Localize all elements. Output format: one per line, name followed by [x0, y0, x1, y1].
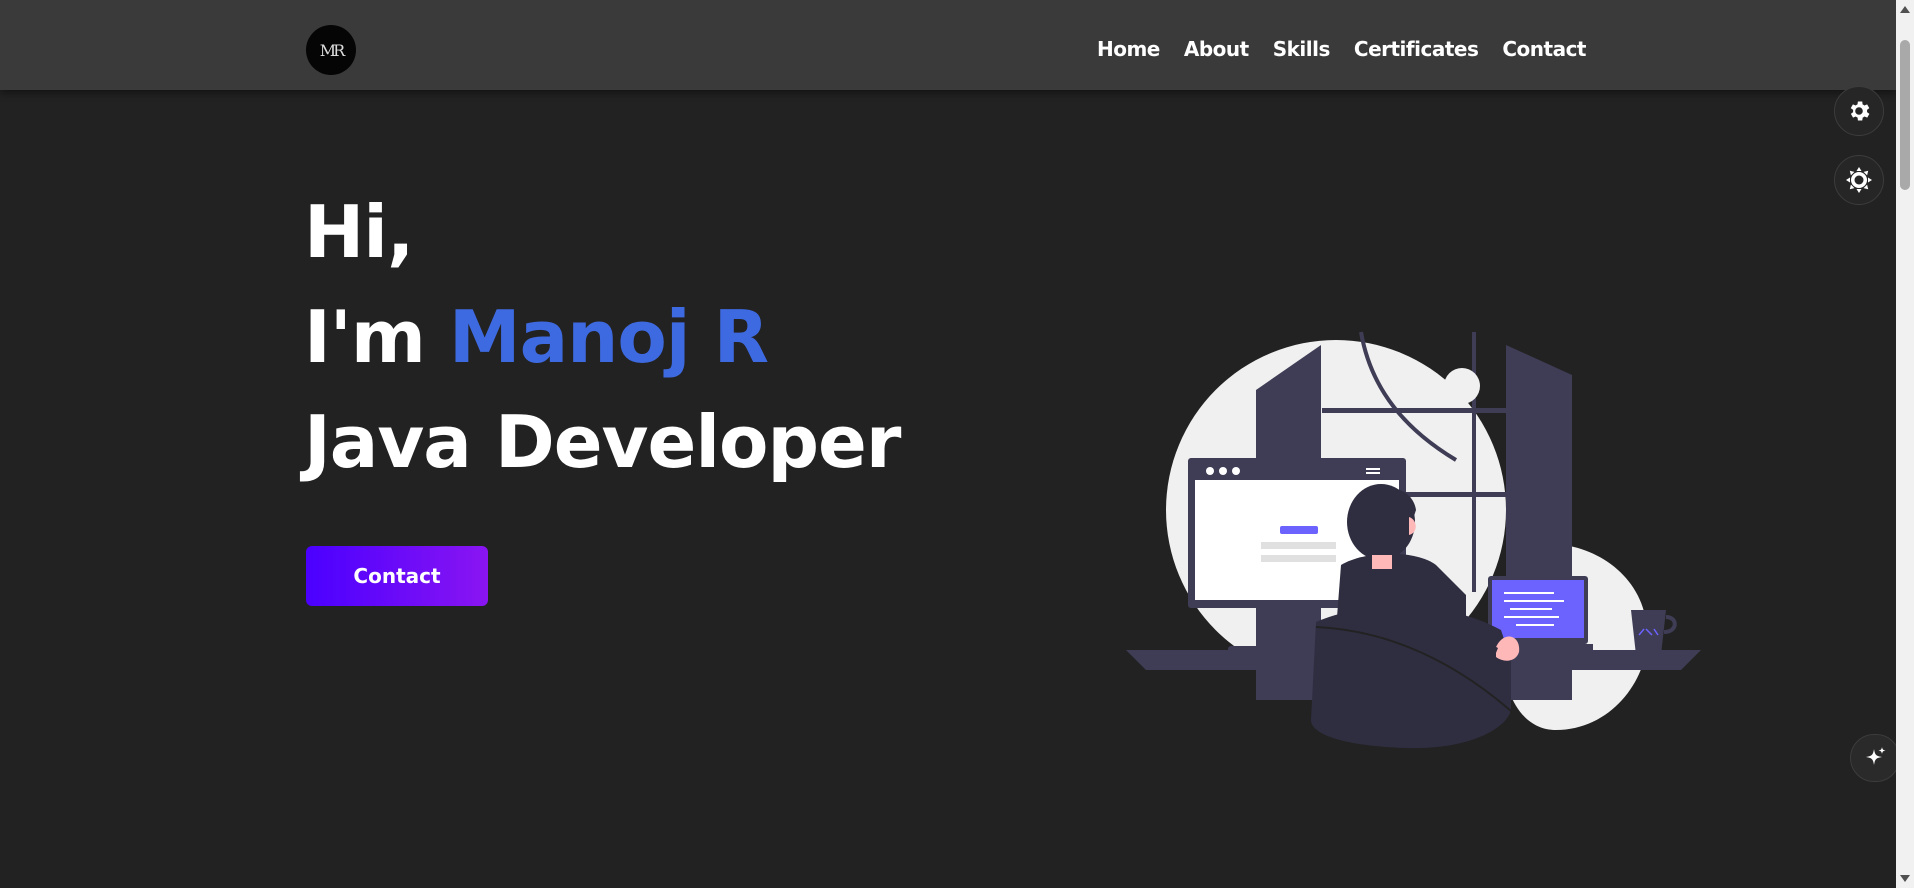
scrollbar[interactable] — [1896, 0, 1914, 888]
hero-greeting: Hi, — [304, 190, 414, 274]
nav-link-contact[interactable]: Contact — [1502, 37, 1586, 61]
nav-menu: Home About Skills Certificates Contact — [1097, 37, 1587, 61]
navbar: MR Home About Skills Certificates Contac… — [0, 0, 1896, 90]
hero-intro-line: I'm Manoj R — [304, 285, 900, 390]
settings-button[interactable] — [1834, 86, 1884, 136]
hero-heading: Hi, I'm Manoj R Java Developer — [304, 180, 901, 495]
scroll-down-arrow-icon[interactable] — [1900, 875, 1910, 882]
hero-name: Manoj R — [448, 295, 769, 379]
scroll-up-arrow-icon[interactable] — [1900, 6, 1910, 13]
developer-illustration — [1126, 331, 1701, 749]
nav-link-about[interactable]: About — [1184, 37, 1249, 61]
nav-link-home[interactable]: Home — [1097, 37, 1160, 61]
scrollbar-thumb[interactable] — [1900, 40, 1910, 190]
hero-intro: I'm — [304, 295, 449, 379]
gear-icon — [1850, 101, 1870, 121]
hero-role: Java Developer — [304, 400, 901, 484]
nav-link-certificates[interactable]: Certificates — [1354, 37, 1479, 61]
logo-text: MR — [319, 40, 345, 60]
nav-link-skills[interactable]: Skills — [1273, 37, 1331, 61]
theme-toggle-button[interactable] — [1834, 155, 1884, 205]
contact-button[interactable]: Contact — [306, 546, 488, 606]
ai-assistant-button[interactable] — [1850, 734, 1900, 782]
sparkle-icon — [1866, 747, 1886, 765]
logo[interactable]: MR — [306, 25, 356, 75]
sun-icon — [1846, 167, 1872, 193]
